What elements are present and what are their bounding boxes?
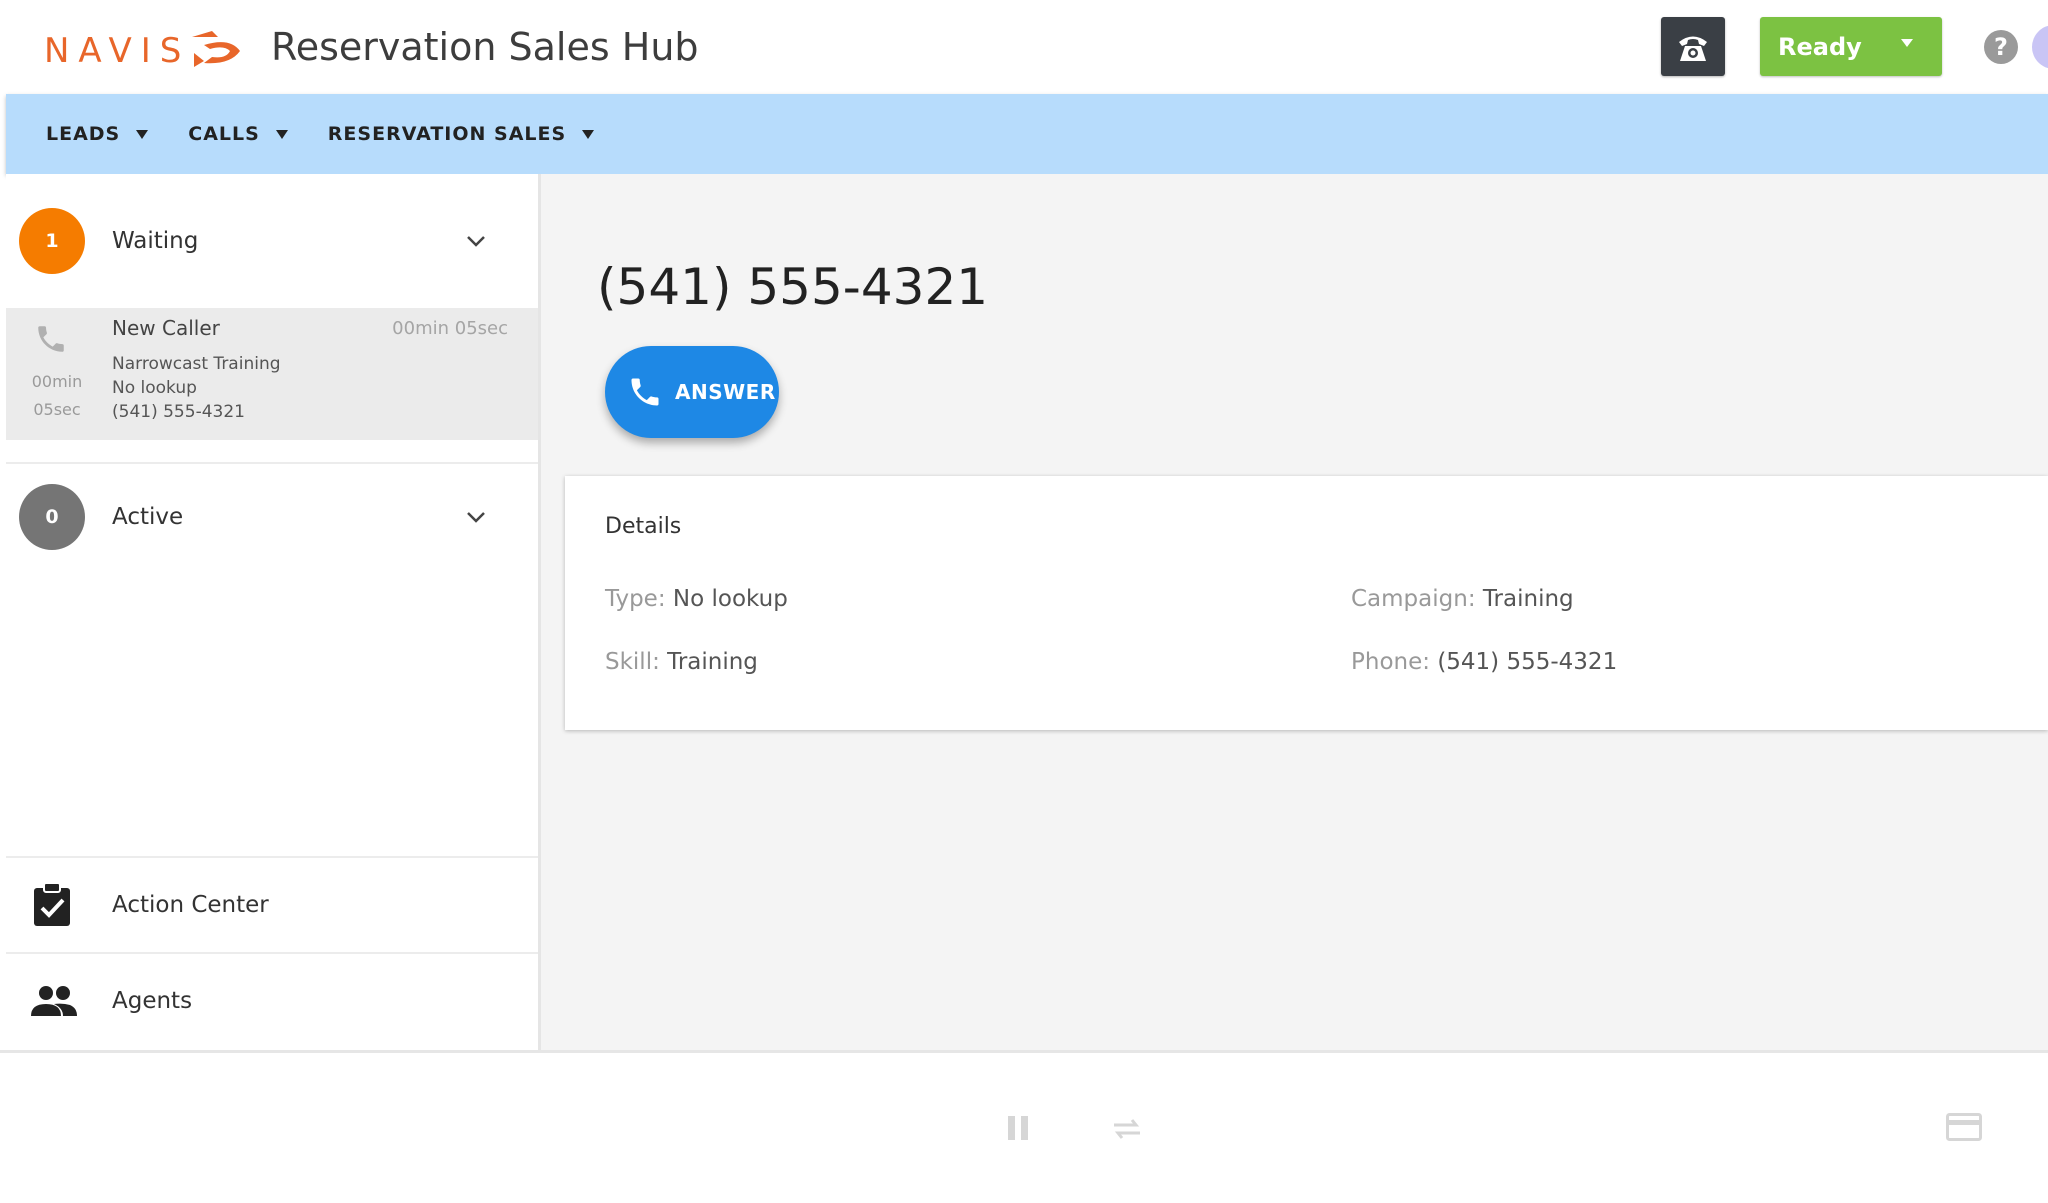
- detail-skill: Skill: Training: [605, 649, 758, 675]
- transfer-icon[interactable]: [1110, 1117, 1144, 1141]
- nav-reservation-sales[interactable]: RESERVATION SALES: [327, 123, 595, 145]
- phone-icon: [38, 326, 64, 352]
- logo-text: NAVIS: [44, 31, 191, 71]
- caller-name: New Caller: [112, 316, 220, 340]
- call-campaign: Narrowcast Training: [112, 354, 281, 374]
- waiting-call-item[interactable]: 00min 05sec New Caller 00min 05sec Narro…: [6, 308, 538, 440]
- nav-reservation-sales-label: RESERVATION SALES: [327, 123, 567, 145]
- detail-type-label: Type:: [605, 586, 666, 612]
- status-ready-button[interactable]: Ready: [1760, 17, 1942, 76]
- active-group-header[interactable]: 0 Active: [6, 462, 538, 572]
- nav-calls[interactable]: CALLS: [188, 123, 288, 145]
- chevron-down-icon[interactable]: [466, 511, 486, 523]
- sidebar-item-agents[interactable]: Agents: [6, 954, 538, 1048]
- detail-campaign-label: Campaign:: [1351, 586, 1476, 612]
- status-label: Ready: [1778, 32, 1862, 61]
- avatar[interactable]: [2032, 25, 2048, 69]
- detail-campaign: Campaign: Training: [1351, 586, 1574, 612]
- call-timer: 00min 05sec: [22, 368, 92, 424]
- card-icon[interactable]: [1946, 1113, 1982, 1141]
- detail-skill-value: Training: [667, 649, 758, 675]
- call-queue-sidebar: 1 Waiting 00min 05sec New Caller 00min 0…: [6, 174, 541, 1050]
- waiting-label: Waiting: [112, 228, 199, 254]
- sidebar-item-action-center[interactable]: Action Center: [6, 858, 538, 952]
- nav-calls-label: CALLS: [188, 123, 260, 145]
- telephone-icon: [1679, 36, 1707, 61]
- action-center-label: Action Center: [112, 892, 269, 918]
- active-label: Active: [112, 504, 184, 530]
- call-timer-sec: 05sec: [33, 400, 81, 419]
- help-icon[interactable]: ?: [1984, 30, 2018, 64]
- waiting-group-header[interactable]: 1 Waiting: [6, 186, 538, 296]
- app-title: Reservation Sales Hub: [271, 25, 699, 69]
- nav-leads-label: LEADS: [46, 123, 121, 145]
- detail-type: Type: No lookup: [605, 586, 788, 612]
- caller-phone-number: (541) 555-4321: [597, 258, 989, 316]
- details-card: Details Type: No lookup Campaign: Traini…: [565, 476, 2048, 730]
- caret-down-icon[interactable]: [1900, 38, 1914, 48]
- clipboard-check-icon: [34, 882, 70, 926]
- detail-campaign-value: Training: [1482, 586, 1574, 612]
- caret-down-icon: [136, 129, 149, 139]
- call-type: No lookup: [112, 378, 197, 398]
- answer-label: ANSWER: [675, 380, 776, 404]
- people-icon: [31, 986, 77, 1016]
- answer-button[interactable]: ANSWER: [605, 346, 779, 438]
- nav-leads[interactable]: LEADS: [46, 123, 149, 145]
- caret-down-icon: [582, 129, 595, 139]
- main-nav: LEADS CALLS RESERVATION SALES: [6, 94, 2048, 174]
- call-controls-footer: [0, 1050, 2048, 1203]
- detail-phone-label: Phone:: [1351, 649, 1430, 675]
- detail-phone: Phone: (541) 555-4321: [1351, 649, 1617, 675]
- caret-down-icon: [275, 129, 288, 139]
- logo-arrow-icon: [192, 31, 241, 67]
- waiting-count-badge: 1: [19, 208, 85, 274]
- app-header: NAVIS Reservation Sales Hub Ready ?: [0, 0, 2048, 94]
- detail-type-value: No lookup: [672, 586, 788, 612]
- detail-phone-value: (541) 555-4321: [1437, 649, 1618, 675]
- call-timer-min: 00min: [31, 372, 83, 391]
- agents-label: Agents: [112, 988, 193, 1014]
- details-title: Details: [605, 514, 682, 539]
- chevron-down-icon[interactable]: [466, 235, 486, 247]
- phone-icon: [631, 378, 659, 406]
- call-phone: (541) 555-4321: [112, 402, 245, 422]
- phone-button[interactable]: [1661, 17, 1725, 76]
- pause-icon[interactable]: [1006, 1115, 1030, 1141]
- detail-skill-label: Skill:: [605, 649, 660, 675]
- call-detail-panel: (541) 555-4321 ANSWER Details Type: No l…: [541, 174, 2048, 1050]
- active-count-badge: 0: [19, 484, 85, 550]
- navis-logo: NAVIS: [44, 26, 242, 76]
- call-elapsed: 00min 05sec: [392, 318, 508, 339]
